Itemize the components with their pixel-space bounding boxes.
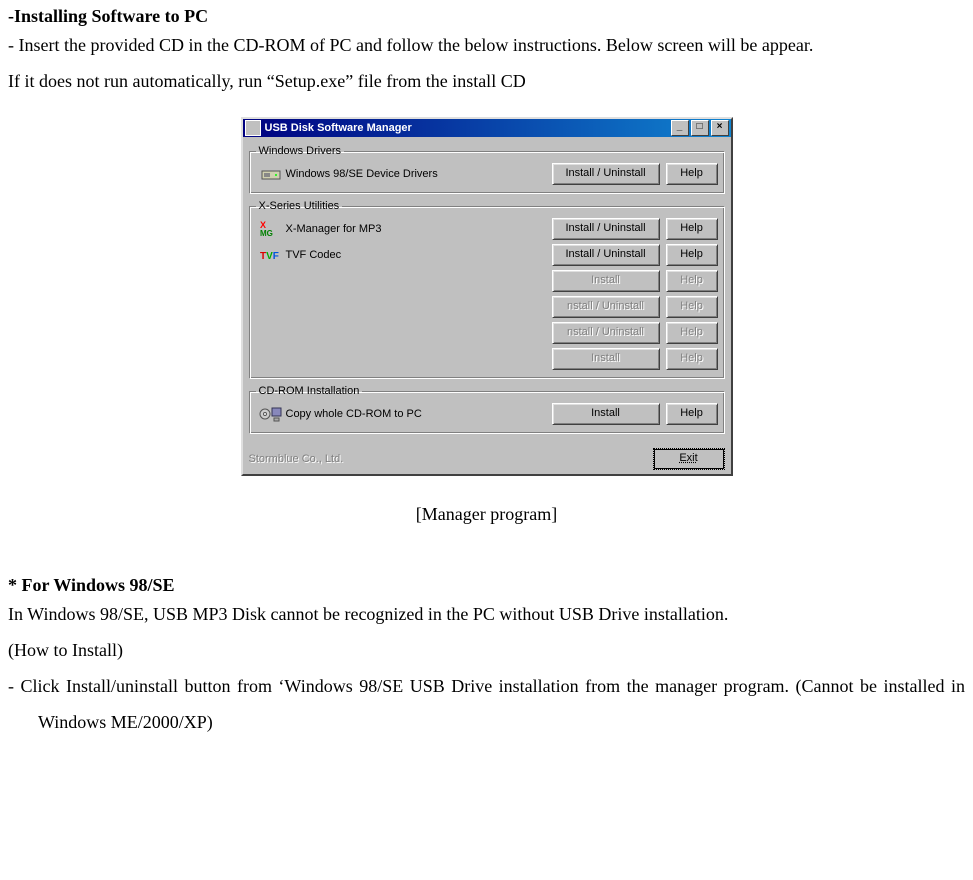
doc-heading: -Installing Software to PC — [8, 6, 965, 27]
install-uninstall-button[interactable]: Install / Uninstall — [552, 218, 660, 240]
install-uninstall-button-disabled: nstall / Uninstall — [552, 296, 660, 318]
row-disabled-4: Install Help — [256, 346, 718, 372]
dialog-footer: Stormblue Co., Ltd. Exit — [243, 446, 731, 474]
tvf-icon: TVF — [256, 246, 286, 264]
svg-text:MG: MG — [260, 229, 273, 238]
install-button-disabled: Install — [552, 270, 660, 292]
doc-bullet-1: - Click Install/uninstall button from ‘W… — [8, 668, 965, 740]
row-label: Windows 98/SE Device Drivers — [286, 168, 546, 180]
row-disabled-1: Install Help — [256, 268, 718, 294]
group-legend: CD-ROM Installation — [256, 385, 363, 397]
install-uninstall-button-disabled: nstall / Uninstall — [552, 322, 660, 344]
help-button[interactable]: Help — [666, 218, 718, 240]
group-x-series: X-Series Utilities XMG X-Manager for MP3… — [249, 200, 725, 379]
maximize-button[interactable]: □ — [691, 120, 709, 136]
harddrive-icon — [256, 165, 286, 183]
dialog-screenshot: USB Disk Software Manager _ □ × Windows … — [8, 117, 965, 476]
doc-paragraph-4: (How to Install) — [8, 632, 965, 668]
help-button-disabled: Help — [666, 270, 718, 292]
software-manager-dialog: USB Disk Software Manager _ □ × Windows … — [241, 117, 733, 476]
figure-caption: [Manager program] — [8, 504, 965, 525]
row-tvf-codec: TVF TVF Codec Install / Uninstall Help — [256, 242, 718, 268]
doc-paragraph-3: In Windows 98/SE, USB MP3 Disk cannot be… — [8, 596, 965, 632]
install-button-disabled: Install — [552, 348, 660, 370]
window-title: USB Disk Software Manager — [265, 122, 669, 134]
install-uninstall-button[interactable]: Install / Uninstall — [552, 163, 660, 185]
exit-button[interactable]: Exit — [653, 448, 725, 470]
titlebar: USB Disk Software Manager _ □ × — [243, 119, 731, 137]
xmg-icon: XMG — [256, 220, 286, 238]
group-legend: X-Series Utilities — [256, 200, 343, 212]
row-label: X-Manager for MP3 — [286, 223, 546, 235]
row-label: Copy whole CD-ROM to PC — [286, 408, 546, 420]
row-label: TVF Codec — [286, 249, 546, 261]
cd-to-pc-icon — [256, 404, 286, 424]
help-button[interactable]: Help — [666, 163, 718, 185]
help-button[interactable]: Help — [666, 244, 718, 266]
group-cdrom: CD-ROM Installation Copy whole CD-ROM to… — [249, 385, 725, 434]
install-button[interactable]: Install — [552, 403, 660, 425]
row-copy-cdrom: Copy whole CD-ROM to PC Install Help — [256, 401, 718, 427]
row-disabled-3: nstall / Uninstall Help — [256, 320, 718, 346]
help-button[interactable]: Help — [666, 403, 718, 425]
doc-paragraph-1: - Insert the provided CD in the CD-ROM o… — [8, 27, 965, 63]
install-uninstall-button[interactable]: Install / Uninstall — [552, 244, 660, 266]
close-button[interactable]: × — [711, 120, 729, 136]
doc-paragraph-2: If it does not run automatically, run “S… — [8, 63, 965, 99]
company-label: Stormblue Co., Ltd. — [249, 453, 647, 465]
row-win98-drivers: Windows 98/SE Device Drivers Install / U… — [256, 161, 718, 187]
help-button-disabled: Help — [666, 322, 718, 344]
help-button-disabled: Help — [666, 348, 718, 370]
help-button-disabled: Help — [666, 296, 718, 318]
svg-text:TVF: TVF — [260, 251, 279, 262]
app-icon — [245, 120, 261, 136]
group-legend: Windows Drivers — [256, 145, 345, 157]
row-disabled-2: nstall / Uninstall Help — [256, 294, 718, 320]
minimize-button[interactable]: _ — [671, 120, 689, 136]
row-xmanager: XMG X-Manager for MP3 Install / Uninstal… — [256, 216, 718, 242]
group-windows-drivers: Windows Drivers Windows 98/SE Device Dri… — [249, 145, 725, 194]
doc-subheading: * For Windows 98/SE — [8, 575, 965, 596]
